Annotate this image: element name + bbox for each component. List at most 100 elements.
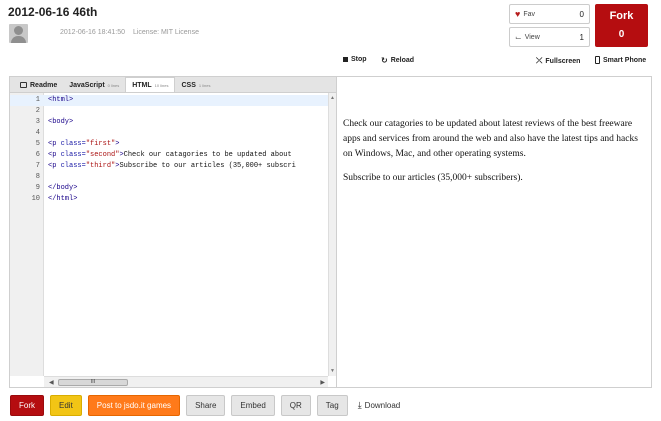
stop-label: Stop (351, 56, 367, 63)
reload-button[interactable]: ↻ Reload (381, 56, 414, 65)
code-text: <p class="first"> (48, 139, 119, 150)
post-to-games-button[interactable]: Post to jsdo.it games (87, 395, 181, 416)
editor-tabs: Readme JavaScript 0 lines HTML 10 lines … (9, 76, 337, 92)
fav-label: Fav (523, 10, 536, 18)
tab-css-label: CSS (181, 81, 196, 89)
line-number: 10 (31, 195, 40, 203)
tab-javascript-label: JavaScript (69, 81, 105, 89)
preview-pane: Check our catagories to be updated about… (337, 76, 652, 388)
embed-button[interactable]: Embed (231, 395, 275, 416)
line-number: 2 (35, 107, 40, 115)
created-date: 2012-06-16 18:41:50 (60, 29, 125, 36)
scroll-right-arrow-icon[interactable]: ▶ (320, 379, 325, 386)
code-line[interactable]: 10 </html> (10, 194, 328, 205)
stop-button[interactable]: Stop (343, 56, 367, 63)
page-title: 2012-06-16 46th (8, 5, 98, 19)
code-text: <body> (48, 117, 73, 128)
tab-readme-label: Readme (30, 81, 58, 89)
download-button[interactable]: ⤓ Download (354, 395, 405, 416)
tab-readme[interactable]: Readme (14, 78, 63, 92)
share-button[interactable]: Share (186, 395, 226, 416)
avatar-head-shape (14, 26, 23, 35)
download-label: Download (364, 401, 401, 410)
code-token: <html> (48, 96, 74, 104)
line-number: 6 (35, 151, 40, 159)
line-number: 8 (35, 173, 40, 181)
license-label[interactable]: License: MIT License (133, 29, 199, 36)
view-stat: ⌙ View 1 (509, 27, 590, 47)
stop-icon (343, 57, 348, 62)
scrollbar-thumb[interactable]: III (58, 379, 128, 386)
code-meta: 2012-06-16 18:41:50 License: MIT License (60, 29, 199, 36)
line-number: 3 (35, 118, 40, 126)
code-token: "first" (85, 140, 116, 148)
view-count: 1 (579, 32, 584, 42)
code-text: </html> (48, 194, 77, 205)
smartphone-label: Smart Phone (603, 56, 647, 64)
line-number: 9 (35, 184, 40, 192)
line-number: 4 (35, 129, 40, 137)
edit-button[interactable]: Edit (50, 395, 82, 416)
code-token: Subscribe to our articles (35,000+ subsc… (119, 162, 296, 170)
tab-html-count: 10 lines (154, 82, 169, 88)
code-line[interactable]: 8 (10, 172, 328, 183)
fav-button[interactable]: ♥ Fav 0 (509, 4, 590, 24)
code-editor[interactable]: 1 <html> 2 3 <body> 4 5 <p class="first"> 6 <p cl… (9, 92, 337, 388)
code-token: Check our catagories to be updated about (123, 151, 292, 159)
code-line[interactable]: 5 <p class="first"> (10, 139, 328, 150)
preview-paragraph: Subscribe to our articles (35,000+ subsc… (343, 173, 523, 183)
code-line[interactable]: 3 <body> (10, 117, 328, 128)
scroll-down-arrow-icon[interactable]: ▼ (330, 368, 335, 374)
vertical-scrollbar[interactable]: ▲ ▼ (328, 93, 336, 376)
tab-html-label: HTML (132, 81, 152, 89)
fav-label-group: ♥ Fav (515, 9, 580, 19)
heart-icon: ♥ (515, 9, 521, 19)
code-token: class= (60, 162, 86, 170)
tab-css-count: 1 lines (198, 82, 211, 88)
fav-count: 0 (579, 9, 584, 19)
fork-count-button[interactable]: Fork 0 (595, 4, 648, 47)
code-line[interactable]: 6 <p class="second">Check our catagories … (10, 150, 328, 161)
download-icon: ⤓ (357, 400, 362, 410)
code-text: <p class="third">Subscribe to our articl… (48, 161, 296, 172)
smartphone-icon (595, 56, 600, 64)
action-bar: Fork Edit Post to jsdo.it games Share Em… (10, 395, 404, 416)
code-token: "third" (85, 162, 116, 170)
code-token: <p (48, 151, 61, 159)
code-token: "second" (85, 151, 120, 159)
avatar[interactable] (9, 24, 28, 43)
code-token: <p (48, 140, 61, 148)
reload-label: Reload (390, 57, 415, 64)
fullscreen-label: Fullscreen (545, 57, 581, 65)
code-token: > (115, 140, 120, 148)
code-line[interactable]: 7 <p class="third">Subscribe to our artic… (10, 161, 328, 172)
fullscreen-button[interactable]: ⤫ Fullscreen (536, 56, 580, 66)
tab-javascript-count: 0 lines (107, 82, 120, 88)
code-line[interactable]: 1 <html> (10, 95, 328, 106)
line-number: 1 (35, 96, 40, 104)
code-token: class= (60, 140, 86, 148)
scroll-left-arrow-icon[interactable]: ◀ (49, 379, 54, 386)
code-text: <p class="second">Check our catagories t… (48, 150, 292, 161)
code-line[interactable]: 9 </body> (10, 183, 328, 194)
avatar-body-shape (11, 36, 26, 43)
code-token: <body> (48, 118, 74, 126)
scroll-up-arrow-icon[interactable]: ▲ (330, 95, 335, 101)
tab-javascript[interactable]: JavaScript 0 lines (63, 78, 125, 92)
book-icon (20, 82, 27, 88)
horizontal-scrollbar[interactable]: ◀ III ▶ (44, 376, 328, 387)
smartphone-button[interactable]: Smart Phone (595, 56, 646, 64)
view-label: View (524, 33, 540, 41)
code-token: </body> (48, 184, 78, 192)
view-chart-icon: ⌙ (515, 32, 522, 42)
tab-html[interactable]: HTML 10 lines (125, 77, 176, 92)
code-token: class= (60, 151, 86, 159)
fork-button[interactable]: Fork (10, 395, 44, 416)
tab-css[interactable]: CSS 1 lines (175, 78, 216, 92)
line-number: 7 (35, 162, 40, 170)
code-line[interactable]: 4 (10, 128, 328, 139)
code-text: </body> (48, 183, 77, 194)
qr-button[interactable]: QR (280, 395, 311, 416)
tag-button[interactable]: Tag (316, 395, 348, 416)
code-line[interactable]: 2 (10, 106, 328, 117)
